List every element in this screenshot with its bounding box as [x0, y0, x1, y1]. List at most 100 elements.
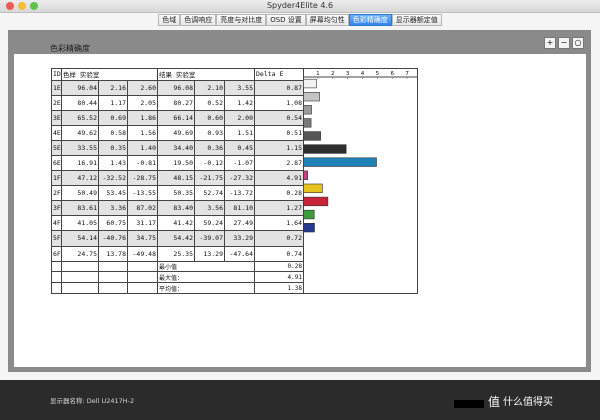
- cell-sample-b: -28.75: [127, 170, 158, 187]
- cell-id: 2E: [51, 94, 62, 111]
- tab-brightness-contrast[interactable]: 亮度与对比度: [216, 14, 267, 26]
- cell-sample-l: 54.14: [61, 230, 99, 247]
- cell-id: 5E: [51, 140, 62, 157]
- summary-value: 0.28: [254, 260, 304, 273]
- tab-display-rating[interactable]: 显示器额定值: [391, 14, 442, 26]
- redaction-box: [454, 400, 484, 408]
- cell-sample-b: 1.40: [127, 140, 158, 157]
- cell-sample-b: 2.05: [127, 94, 158, 111]
- chart-plot-area: [303, 68, 418, 294]
- summary-row: 最大值： 4.91: [51, 271, 304, 284]
- cell-result-b: 0.45: [224, 140, 255, 157]
- x-tick-label: 4: [361, 71, 365, 77]
- header-delta-e: Delta E: [254, 68, 304, 81]
- cell-result-l: 34.40: [157, 140, 195, 157]
- cell-sample-l: 47.12: [61, 170, 99, 187]
- cell-result-b: 33.29: [224, 230, 255, 247]
- cell-sample-l: 24.75: [61, 245, 99, 262]
- cell-id: 3F: [51, 200, 62, 217]
- cell-sample-b: -0.81: [127, 155, 158, 172]
- header-result-lab: 结果 实验室: [157, 68, 255, 81]
- cell-result-a: 59.24: [194, 215, 225, 232]
- cell-result-a: -39.07: [194, 230, 225, 247]
- cell-id: 3E: [51, 109, 62, 127]
- watermark-text: 什么值得买: [503, 397, 553, 408]
- zoom-fit-icon[interactable]: ○: [572, 37, 584, 49]
- x-tick-label: 2: [331, 71, 335, 77]
- tab-color-accuracy[interactable]: 色彩精确度: [348, 14, 392, 26]
- cell-sample-l: 80.44: [61, 94, 99, 111]
- cell-result-b: 81.10: [224, 200, 255, 217]
- cell-sample-a: 0.58: [98, 125, 128, 142]
- table-row: 6E 16.91 1.43 -0.81 19.50 -0.12 -1.07 2.87: [51, 155, 304, 172]
- summary-value: 1.38: [254, 282, 304, 294]
- cell-result-b: -47.64: [224, 245, 255, 262]
- table-row: 4F 41.05 60.75 31.17 41.42 59.24 27.49 1.64: [51, 215, 304, 232]
- cell-result-l: 80.27: [157, 94, 195, 111]
- tab-gamut[interactable]: 色域: [158, 14, 181, 26]
- summary-empty-cell: [51, 282, 62, 294]
- cell-sample-a: 1.43: [98, 155, 128, 172]
- zoom-in-icon[interactable]: +: [544, 37, 556, 49]
- cell-sample-a: -40.76: [98, 230, 128, 247]
- zoom-out-icon[interactable]: −: [558, 37, 570, 49]
- x-tick-label: 7: [405, 71, 409, 77]
- cell-delta-e: 1.27: [254, 200, 304, 217]
- cell-result-a: 2.10: [194, 79, 225, 96]
- cell-delta-e: 0.74: [254, 245, 304, 262]
- summary-empty-cell: [51, 260, 62, 273]
- table-row: 4E 49.62 0.58 1.56 49.69 0.93 1.51 0.51: [51, 125, 304, 142]
- summary-row: 最小值 0.28: [51, 260, 304, 273]
- cell-sample-b: -13.55: [127, 185, 158, 202]
- cell-delta-e: 0.87: [254, 79, 304, 96]
- summary-empty-cell: [98, 282, 128, 294]
- summary-label: 平均值：: [157, 282, 255, 294]
- cell-id: 4E: [51, 125, 62, 142]
- cell-id: 2F: [51, 185, 62, 202]
- cell-sample-l: 83.61: [61, 200, 99, 217]
- cell-result-a: 52.74: [194, 185, 225, 202]
- cell-sample-b: 31.17: [127, 215, 158, 232]
- cell-sample-b: 1.86: [127, 109, 158, 127]
- delta-e-bar: [303, 91, 320, 102]
- table-row: 6F 24.75 13.78 -49.48 25.35 13.29 -47.64 0.74: [51, 245, 304, 262]
- cell-sample-b: -49.48: [127, 245, 158, 262]
- cell-result-a: 3.56: [194, 200, 225, 217]
- summary-empty-cell: [51, 271, 62, 284]
- cell-result-l: 48.15: [157, 170, 195, 187]
- cell-result-l: 83.40: [157, 200, 195, 217]
- app-window: Spyder4Elite 4.6 色域 色调响应 亮度与对比度 OSD 设置 屏…: [0, 0, 600, 420]
- cell-result-a: -21.75: [194, 170, 225, 187]
- cell-result-b: 3.55: [224, 79, 255, 96]
- cell-result-a: 13.29: [194, 245, 225, 262]
- delta-e-bar: [303, 144, 347, 154]
- display-name-label: 显示器名称: Dell U2417H-2: [50, 397, 135, 405]
- delta-e-bar: [303, 223, 315, 233]
- table-row: 3F 83.61 3.36 87.02 83.40 3.56 81.10 1.27: [51, 200, 304, 217]
- cell-result-l: 54.42: [157, 230, 195, 247]
- header-id: ID: [51, 68, 62, 81]
- cell-sample-b: 2.60: [127, 79, 158, 96]
- table-row: 2F 50.49 53.45 -13.55 50.35 52.74 -13.72 0.28: [51, 185, 304, 202]
- delta-e-bar: [303, 157, 377, 167]
- cell-delta-e: 1.08: [254, 94, 304, 111]
- cell-sample-b: 34.75: [127, 230, 158, 247]
- cell-result-l: 19.50: [157, 155, 195, 172]
- cell-delta-e: 0.28: [254, 185, 304, 202]
- tab-tone-response[interactable]: 色调响应: [180, 14, 217, 26]
- cell-sample-a: 13.78: [98, 245, 128, 262]
- cell-delta-e: 0.54: [254, 109, 304, 127]
- cell-sample-l: 41.05: [61, 215, 99, 232]
- tab-osd-settings[interactable]: OSD 设置: [266, 14, 306, 26]
- cell-delta-e: 2.87: [254, 155, 304, 172]
- x-tick-label: 1: [316, 71, 320, 77]
- cell-sample-a: 0.35: [98, 140, 128, 157]
- cell-sample-b: 1.56: [127, 125, 158, 142]
- tab-screen-uniformity[interactable]: 屏幕均匀性: [305, 14, 349, 26]
- cell-result-l: 49.69: [157, 125, 195, 142]
- cell-sample-l: 16.91: [61, 155, 99, 172]
- cell-sample-a: -32.52: [98, 170, 128, 187]
- table-row: 1F 47.12 -32.52 -28.75 48.15 -21.75 -27.32 4.91: [51, 170, 304, 187]
- summary-empty-cell: [98, 271, 128, 284]
- cell-delta-e: 4.91: [254, 170, 304, 187]
